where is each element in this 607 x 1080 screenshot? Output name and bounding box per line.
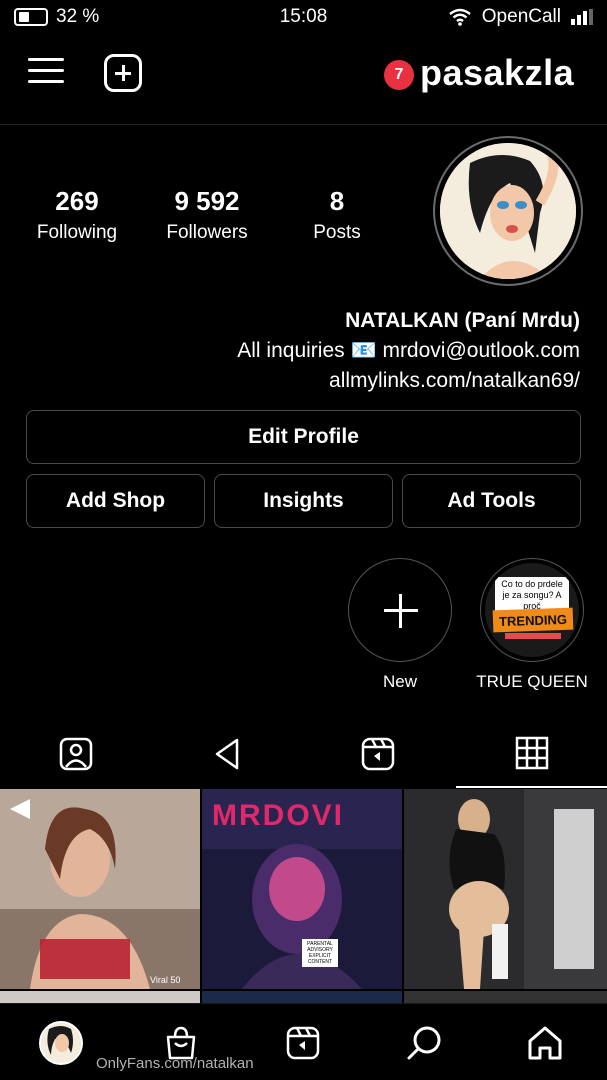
play-icon <box>215 738 238 770</box>
profile-avatar[interactable] <box>433 136 583 286</box>
highlight-new-label: New <box>382 672 417 691</box>
posts-label: Posts <box>313 222 361 243</box>
grid-post-5[interactable] <box>202 991 402 1003</box>
create-post-button[interactable] <box>104 54 142 92</box>
profile-header: 7 pasakzla <box>0 48 607 104</box>
post-2-advisory: PARENTAL ADVISORY EXPLICIT CONTENT <box>307 941 333 965</box>
profile-avatar-small[interactable] <box>39 1021 83 1065</box>
status-bar: 32 % 15:08 OpenCall <box>0 0 607 34</box>
highlight-new[interactable]: New <box>348 558 452 692</box>
tagged-icon <box>59 737 92 771</box>
posts-count: 8 <box>329 186 345 216</box>
tab-grid[interactable] <box>456 720 607 788</box>
nav-reels[interactable] <box>278 1018 328 1068</box>
status-right: OpenCall <box>448 6 593 28</box>
bio-link[interactable]: allmylinks.com/natalkan69/ <box>237 366 580 396</box>
menu-icon[interactable] <box>28 58 64 88</box>
stat-posts[interactable]: 8 Posts <box>272 186 402 244</box>
insights-button[interactable]: Insights <box>214 474 393 528</box>
followers-label: Followers <box>166 222 248 243</box>
stat-following[interactable]: 269 Following <box>12 186 142 244</box>
nav-search[interactable] <box>400 1018 450 1068</box>
stat-followers[interactable]: 9 592 Followers <box>142 186 272 244</box>
notification-badge[interactable]: 7 <box>384 60 414 90</box>
grid-post-1[interactable]: Viral 50 <box>0 789 200 989</box>
post-3-image <box>404 789 607 989</box>
home-icon <box>528 1026 562 1060</box>
followers-count: 9 592 <box>174 186 240 216</box>
edit-profile-button[interactable]: Edit Profile <box>26 410 581 464</box>
trending-tag: TRENDING <box>492 607 574 633</box>
tab-reels[interactable] <box>302 720 453 788</box>
grid-post-4[interactable] <box>0 991 200 1003</box>
following-label: Following <box>36 222 118 243</box>
post-1-caption: Viral 50 <box>150 975 181 985</box>
add-shop-button[interactable]: Add Shop <box>26 474 205 528</box>
search-icon <box>407 1026 441 1060</box>
grid-post-2[interactable]: MRDOVI PARENTAL ADVISORY EXPLICIT CONTEN… <box>202 789 402 989</box>
plus-icon[interactable] <box>348 558 452 662</box>
grid-post-6[interactable] <box>404 991 607 1003</box>
tab-play[interactable] <box>151 720 302 788</box>
username-title[interactable]: pasakzla <box>420 52 574 94</box>
profile-tabs <box>0 720 607 788</box>
highlight-cover[interactable]: Co to do prdele je za songu? A proč TREN… <box>480 558 584 662</box>
reels-icon <box>361 737 394 771</box>
watermark-text: OnlyFans.com/natalkan <box>96 1055 254 1072</box>
post-2-title: MRDOVI <box>212 799 344 832</box>
bottom-nav <box>0 1003 607 1080</box>
nav-profile[interactable] <box>36 1018 86 1068</box>
header-divider <box>0 124 607 125</box>
wifi-icon <box>449 8 471 26</box>
grid-post-3[interactable] <box>404 789 607 989</box>
highlight-cover-image: Co to do prdele je za songu? A proč TREN… <box>485 563 579 657</box>
reels-icon <box>286 1026 320 1060</box>
avatar-image <box>440 143 576 279</box>
post-1-image <box>0 789 200 989</box>
trend-bar <box>505 633 561 639</box>
highlight-true-queen-label: TRUE QUEEN <box>476 672 588 691</box>
profile-bio: NATALKAN (Paní Mrdu) All inquiries 📧 mrd… <box>237 306 580 396</box>
tab-tagged[interactable] <box>0 720 151 788</box>
ad-tools-button[interactable]: Ad Tools <box>402 474 581 528</box>
nav-home[interactable] <box>520 1018 570 1068</box>
bio-contact: All inquiries 📧 mrdovi@outlook.com <box>237 339 580 362</box>
signal-icon <box>571 9 593 25</box>
carrier-name: OpenCall <box>481 6 561 27</box>
display-name: NATALKAN (Paní Mrdu) <box>345 309 580 332</box>
grid-icon <box>515 736 548 770</box>
highlight-true-queen[interactable]: Co to do prdele je za songu? A proč TREN… <box>476 558 588 692</box>
following-count: 269 <box>55 186 99 216</box>
